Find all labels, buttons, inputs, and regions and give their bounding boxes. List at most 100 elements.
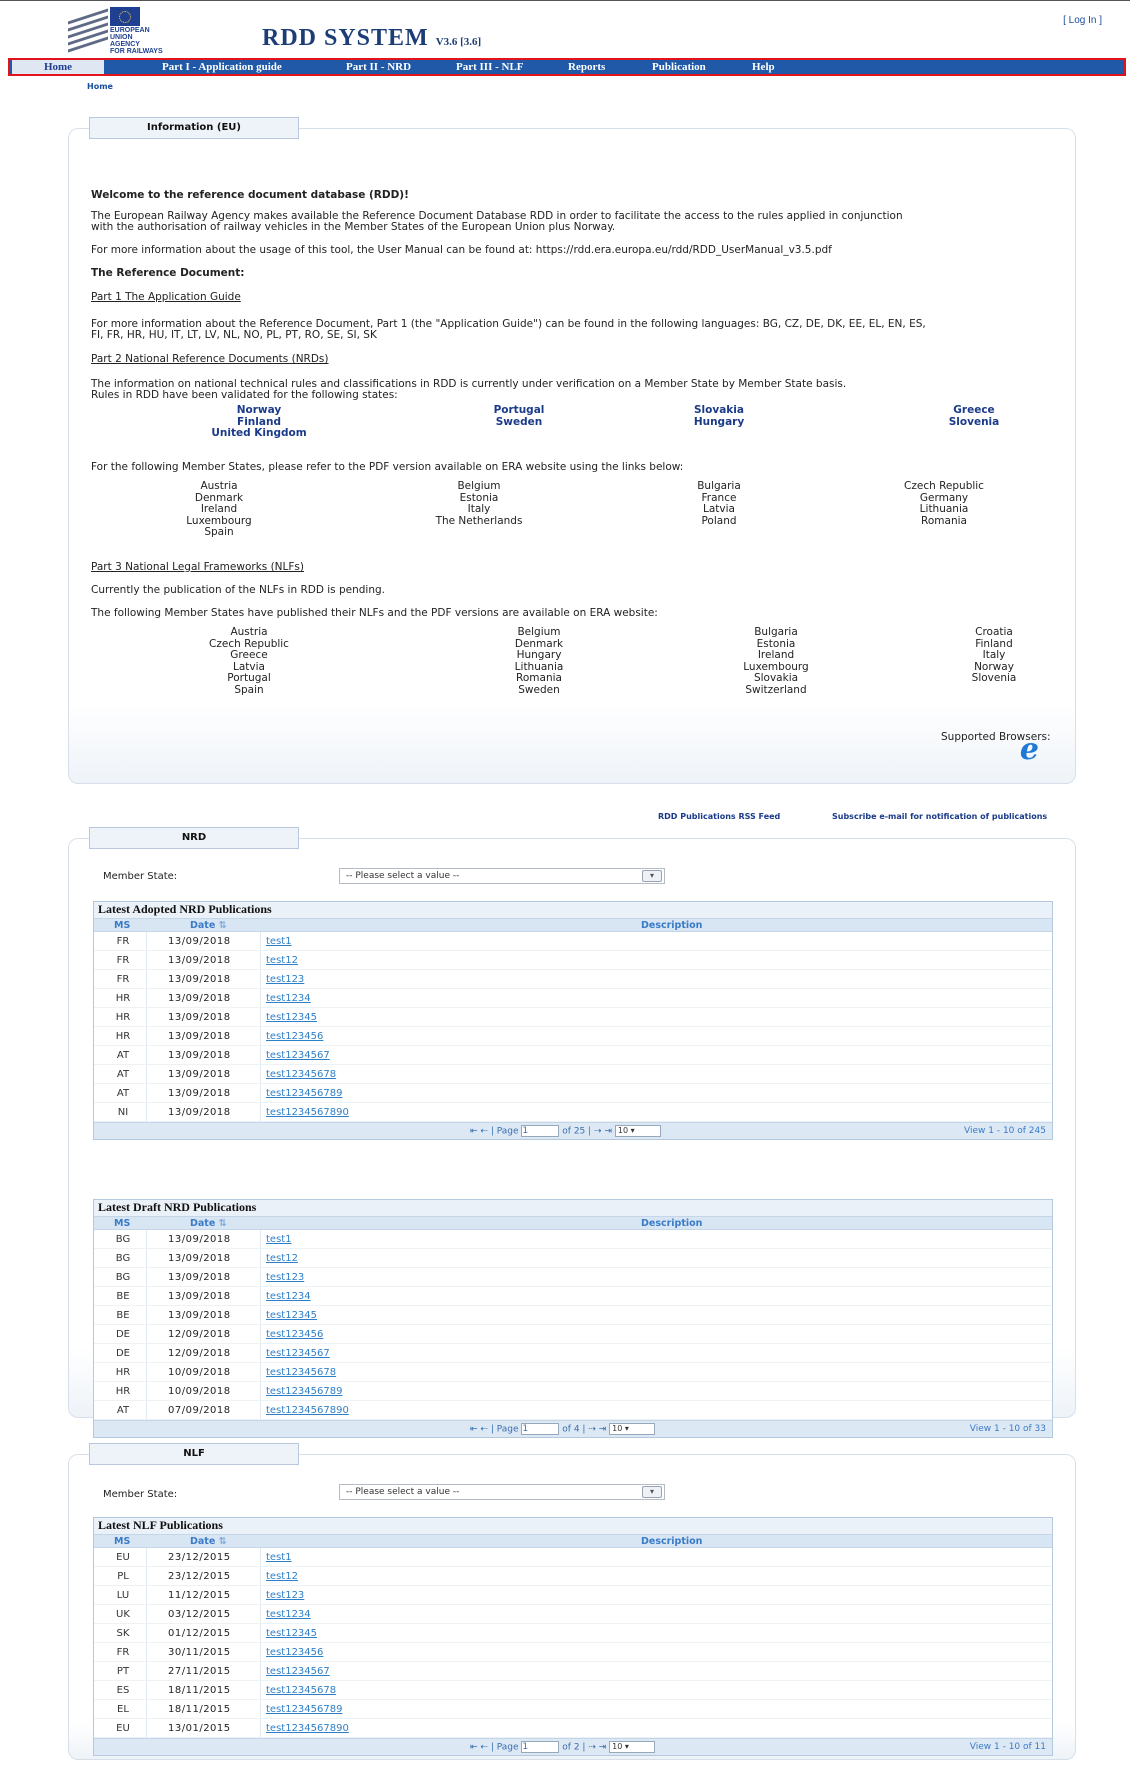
member-state-select[interactable]: -- Please select a value -- ▾ bbox=[339, 1484, 665, 1500]
breadcrumb[interactable]: Home bbox=[87, 82, 113, 91]
next-page-icon[interactable]: ⇢ bbox=[588, 1425, 596, 1435]
nav-help[interactable]: Help bbox=[752, 60, 775, 74]
description-link[interactable]: test123456789 bbox=[266, 1704, 342, 1715]
last-page-icon[interactable]: ⇥ bbox=[599, 1425, 607, 1435]
state-link[interactable]: Portugal bbox=[469, 404, 569, 417]
description-link[interactable]: test123456 bbox=[266, 1329, 323, 1340]
subscribe-link[interactable]: Subscribe e-mail for notification of pub… bbox=[832, 812, 1047, 821]
first-page-icon[interactable]: ⇤ bbox=[470, 1743, 478, 1753]
description-link[interactable]: test12 bbox=[266, 1571, 298, 1582]
state-link[interactable]: Greece bbox=[924, 404, 1024, 417]
state-link[interactable]: Switzerland bbox=[716, 684, 836, 697]
prev-page-icon[interactable]: ⇠ bbox=[480, 1127, 488, 1137]
description-link[interactable]: test1234567890 bbox=[266, 1405, 349, 1416]
description-link[interactable]: test123456789 bbox=[266, 1386, 342, 1397]
nav-home[interactable]: Home bbox=[12, 60, 104, 74]
state-link[interactable]: Sweden bbox=[479, 684, 599, 697]
state-link[interactable]: Belgium bbox=[419, 480, 539, 493]
state-link[interactable]: Poland bbox=[659, 515, 779, 528]
description-link[interactable]: test12345678 bbox=[266, 1367, 336, 1378]
description-link[interactable]: test1 bbox=[266, 1234, 292, 1245]
prev-page-icon[interactable]: ⇠ bbox=[480, 1743, 488, 1753]
description-link[interactable]: test1234 bbox=[266, 1609, 311, 1620]
info-tab[interactable]: Information (EU) bbox=[89, 117, 299, 139]
col-description[interactable]: Description bbox=[641, 1218, 702, 1229]
nav-reports[interactable]: Reports bbox=[568, 60, 605, 74]
state-link[interactable]: Croatia bbox=[944, 626, 1044, 639]
state-link[interactable]: Bulgaria bbox=[659, 480, 779, 493]
col-date[interactable]: Date ⇅ bbox=[190, 920, 227, 931]
chevron-down-icon[interactable]: ▾ bbox=[642, 870, 662, 882]
description-link[interactable]: test1234 bbox=[266, 1291, 311, 1302]
description-link[interactable]: test1234567890 bbox=[266, 1723, 349, 1734]
description-link[interactable]: test12 bbox=[266, 955, 298, 966]
description-link[interactable]: test1234567890 bbox=[266, 1107, 349, 1118]
description-link[interactable]: test12345678 bbox=[266, 1685, 336, 1696]
state-link[interactable]: Slovenia bbox=[944, 672, 1044, 685]
description-link[interactable]: test123 bbox=[266, 1590, 304, 1601]
state-link[interactable]: Czech Republic bbox=[874, 480, 1014, 493]
state-link[interactable]: Slovakia bbox=[716, 672, 836, 685]
description-link[interactable]: test123456 bbox=[266, 1647, 323, 1658]
member-state-select[interactable]: -- Please select a value -- ▾ bbox=[339, 868, 665, 884]
description-link[interactable]: test123456 bbox=[266, 1031, 323, 1042]
state-link[interactable]: Austria bbox=[189, 626, 309, 639]
next-page-icon[interactable]: ⇢ bbox=[594, 1127, 602, 1137]
nlf-tab[interactable]: NLF bbox=[89, 1443, 299, 1465]
state-link[interactable]: Romania bbox=[479, 672, 599, 685]
last-page-icon[interactable]: ⇥ bbox=[599, 1743, 607, 1753]
nav-publication[interactable]: Publication bbox=[652, 60, 706, 74]
prev-page-icon[interactable]: ⇠ bbox=[480, 1425, 488, 1435]
description-link[interactable]: test1 bbox=[266, 936, 292, 947]
state-link[interactable]: Slovenia bbox=[924, 416, 1024, 429]
description-link[interactable]: test123456789 bbox=[266, 1088, 342, 1099]
state-link[interactable]: United Kingdom bbox=[209, 427, 309, 440]
page-input[interactable]: 1 bbox=[521, 1741, 560, 1753]
state-link[interactable]: Belgium bbox=[479, 626, 599, 639]
description-link[interactable]: test12345 bbox=[266, 1012, 317, 1023]
state-link[interactable]: Spain bbox=[159, 526, 279, 539]
part1-link[interactable]: Part 1 The Application Guide bbox=[91, 291, 241, 303]
description-link[interactable]: test1234567 bbox=[266, 1348, 330, 1359]
login-link[interactable]: [ Log In ] bbox=[1063, 15, 1102, 26]
state-link[interactable]: Hungary bbox=[479, 649, 599, 662]
state-link[interactable]: Ireland bbox=[716, 649, 836, 662]
description-link[interactable]: test123 bbox=[266, 974, 304, 985]
description-link[interactable]: test123 bbox=[266, 1272, 304, 1283]
nav-part-2[interactable]: Part II - NRD bbox=[346, 60, 411, 74]
rows-per-page-select[interactable]: 10 ▾ bbox=[609, 1741, 656, 1753]
nav-part-1[interactable]: Part I - Application guide bbox=[162, 60, 282, 74]
era-logo[interactable]: EUROPEAN UNION AGENCY FOR RAILWAYS bbox=[68, 7, 188, 55]
state-link[interactable]: Romania bbox=[874, 515, 1014, 528]
state-link[interactable]: Italy bbox=[419, 503, 539, 516]
first-page-icon[interactable]: ⇤ bbox=[470, 1127, 478, 1137]
col-description[interactable]: Description bbox=[641, 920, 702, 931]
col-description[interactable]: Description bbox=[641, 1536, 702, 1547]
description-link[interactable]: test1234 bbox=[266, 993, 311, 1004]
state-link[interactable]: Latvia bbox=[659, 503, 779, 516]
last-page-icon[interactable]: ⇥ bbox=[604, 1127, 612, 1137]
col-ms[interactable]: MS bbox=[114, 1218, 130, 1229]
state-link[interactable]: Sweden bbox=[469, 416, 569, 429]
description-link[interactable]: test1 bbox=[266, 1552, 292, 1563]
state-link[interactable]: Austria bbox=[159, 480, 279, 493]
description-link[interactable]: test1234567 bbox=[266, 1666, 330, 1677]
description-link[interactable]: test12345678 bbox=[266, 1069, 336, 1080]
page-input[interactable]: 1 bbox=[521, 1423, 560, 1435]
next-page-icon[interactable]: ⇢ bbox=[588, 1743, 596, 1753]
description-link[interactable]: test12345 bbox=[266, 1628, 317, 1639]
state-link[interactable]: The Netherlands bbox=[419, 515, 539, 528]
col-date[interactable]: Date ⇅ bbox=[190, 1218, 227, 1229]
state-link[interactable]: Portugal bbox=[189, 672, 309, 685]
nrd-tab[interactable]: NRD bbox=[89, 827, 299, 849]
page-input[interactable]: 1 bbox=[521, 1125, 560, 1137]
state-link[interactable]: Spain bbox=[189, 684, 309, 697]
state-link[interactable]: Hungary bbox=[669, 416, 769, 429]
state-link[interactable]: Bulgaria bbox=[716, 626, 836, 639]
description-link[interactable]: test12 bbox=[266, 1253, 298, 1264]
part2-link[interactable]: Part 2 National Reference Documents (NRD… bbox=[91, 353, 329, 365]
state-link[interactable]: Greece bbox=[189, 649, 309, 662]
col-ms[interactable]: MS bbox=[114, 920, 130, 931]
col-ms[interactable]: MS bbox=[114, 1536, 130, 1547]
description-link[interactable]: test12345 bbox=[266, 1310, 317, 1321]
